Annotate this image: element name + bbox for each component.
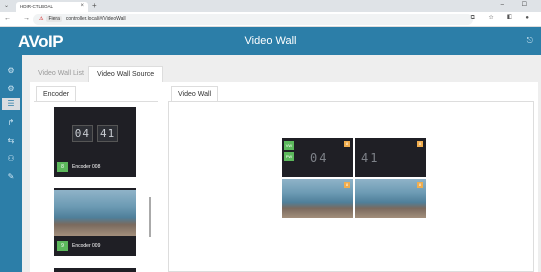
gear-icon[interactable]: ⚙ xyxy=(5,83,17,95)
new-tab-button[interactable]: + xyxy=(92,1,97,10)
browser-tabbar: ⌄ HDIR-CTLBOAL × + – ☐ xyxy=(0,0,541,12)
warning-icon: ⚠ xyxy=(39,16,44,22)
tab-video-wall-list[interactable]: Video Wall List xyxy=(30,66,92,82)
address-bar: ← → C ⚠ Fiera controller.local/#/VideoWall… xyxy=(0,12,541,27)
cell-badge[interactable]: 8 xyxy=(344,182,350,188)
source-badge: VW xyxy=(284,141,294,150)
main-area: Video Wall List Video Wall Source Encode… xyxy=(22,55,541,272)
cell-badge[interactable]: 8 xyxy=(417,182,423,188)
video-wall-panel: VW PW 04 8 41 8 8 8 xyxy=(168,101,534,272)
window-menu-icon[interactable]: ⌄ xyxy=(4,2,16,10)
tab-video-wall-source[interactable]: Video Wall Source xyxy=(88,66,164,82)
encoder-image-preview xyxy=(54,190,136,236)
encoder-card[interactable] xyxy=(54,268,136,272)
encoder-number-badge: 8 xyxy=(57,162,68,172)
video-wall-grid: VW PW 04 8 41 8 8 8 xyxy=(282,138,427,218)
tab-video-wall[interactable]: Video Wall xyxy=(171,86,219,101)
url-text: controller.local/#/VideoWall xyxy=(65,16,126,22)
switch-icon[interactable]: ⇆ xyxy=(5,135,17,147)
clock-preview: 04 xyxy=(310,151,329,165)
close-tab-icon[interactable]: × xyxy=(80,3,84,9)
encoder-card[interactable]: 9 Encoder 009 xyxy=(54,188,136,256)
encoder-number-badge: 9 xyxy=(57,241,68,251)
content-panel: Encoder 04 41 8 Encoder 008 9 Encoder 009 V… xyxy=(30,82,538,272)
wall-cell[interactable]: 8 xyxy=(282,179,353,218)
cell-badge[interactable]: 8 xyxy=(344,141,350,147)
encoder-card[interactable]: 04 41 8 Encoder 008 xyxy=(54,107,136,177)
encoder-scrollbar[interactable] xyxy=(148,101,152,266)
encoder-label: 9 Encoder 009 xyxy=(57,241,100,251)
wall-cell[interactable]: VW PW 04 8 xyxy=(282,138,353,177)
wall-cell[interactable]: 8 xyxy=(355,179,426,218)
settings-icon[interactable]: ⚙ xyxy=(5,65,17,77)
toolbar-icons[interactable]: ⧉ ☆ ◧ ● xyxy=(471,15,535,22)
routing-icon[interactable]: ↱ xyxy=(5,117,17,129)
scrollbar-thumb[interactable] xyxy=(149,197,151,237)
cell-badge[interactable]: 8 xyxy=(417,141,423,147)
clock-preview: 41 xyxy=(361,151,380,165)
source-badge: PW xyxy=(284,152,294,161)
window-controls[interactable]: – ☐ xyxy=(501,1,535,8)
network-icon[interactable]: ⚇ xyxy=(5,153,17,165)
app-header: AVoIP Video Wall ⎋ xyxy=(0,27,541,55)
sidebar: ⚙ ⚙ ☰ ↱ ⇆ ⚇ ✎ xyxy=(0,55,22,272)
video-wall-icon[interactable]: ☰ xyxy=(2,98,20,110)
url-input[interactable]: ⚠ Fiera controller.local/#/VideoWall xyxy=(33,14,473,25)
security-label[interactable]: Fiera xyxy=(46,16,62,22)
encoder-label: 8 Encoder 008 xyxy=(57,162,100,172)
wall-cell[interactable]: 41 8 xyxy=(355,138,426,177)
browser-tab-title: HDIR-CTLBOAL xyxy=(20,4,54,9)
encoder-list[interactable]: 04 41 8 Encoder 008 9 Encoder 009 xyxy=(34,101,158,272)
browser-tab[interactable]: HDIR-CTLBOAL × xyxy=(16,2,88,12)
edit-icon[interactable]: ✎ xyxy=(5,171,17,183)
page-title: Video Wall xyxy=(244,35,297,47)
tab-encoder[interactable]: Encoder xyxy=(36,86,76,101)
encoder-clock-preview: 04 41 xyxy=(54,125,136,142)
logout-icon[interactable]: ⎋ xyxy=(527,36,533,46)
